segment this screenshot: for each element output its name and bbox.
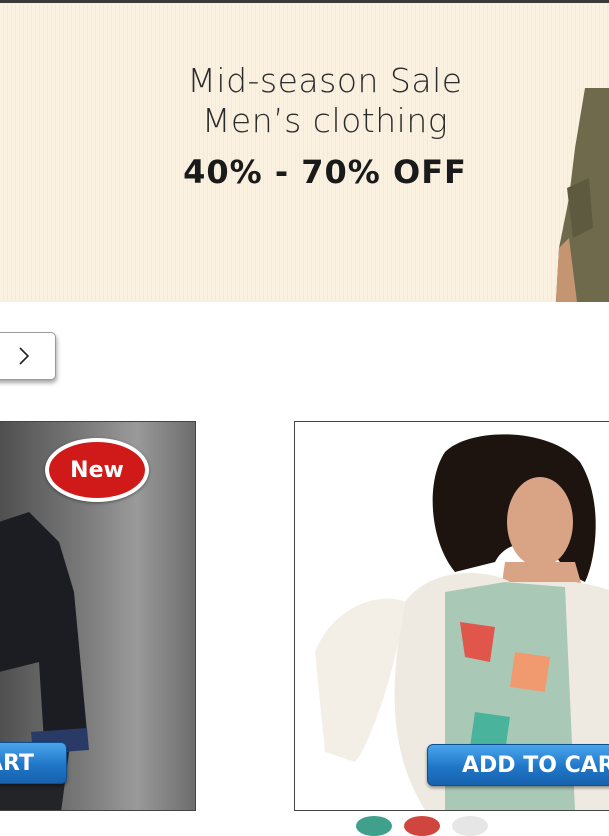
add-to-cart-button[interactable]: ADD TO CART xyxy=(0,742,67,784)
product-card[interactable]: ADD TO CART xyxy=(294,421,609,811)
banner-model-image xyxy=(555,88,609,302)
banner-subtitle: Men’s clothing xyxy=(201,101,449,140)
add-to-cart-button[interactable]: ADD TO CART xyxy=(427,744,609,786)
carousel-next-button[interactable] xyxy=(0,332,56,380)
sale-banner[interactable]: Mid-season Sale Men’s clothing 40% - 70%… xyxy=(0,3,609,302)
add-to-cart-label: ADD TO CART xyxy=(0,750,34,776)
banner-title: Mid-season Sale xyxy=(187,61,463,100)
product-card[interactable]: New ADD TO CART xyxy=(0,421,196,811)
new-badge: New xyxy=(45,438,149,502)
color-swatches xyxy=(350,816,500,836)
color-swatch[interactable] xyxy=(452,816,488,836)
add-to-cart-label: ADD TO CART xyxy=(462,752,609,778)
color-swatch[interactable] xyxy=(404,816,440,836)
banner-discount: 40% - 70% OFF xyxy=(183,153,467,191)
color-swatch[interactable] xyxy=(356,816,392,836)
chevron-right-icon xyxy=(19,347,29,365)
